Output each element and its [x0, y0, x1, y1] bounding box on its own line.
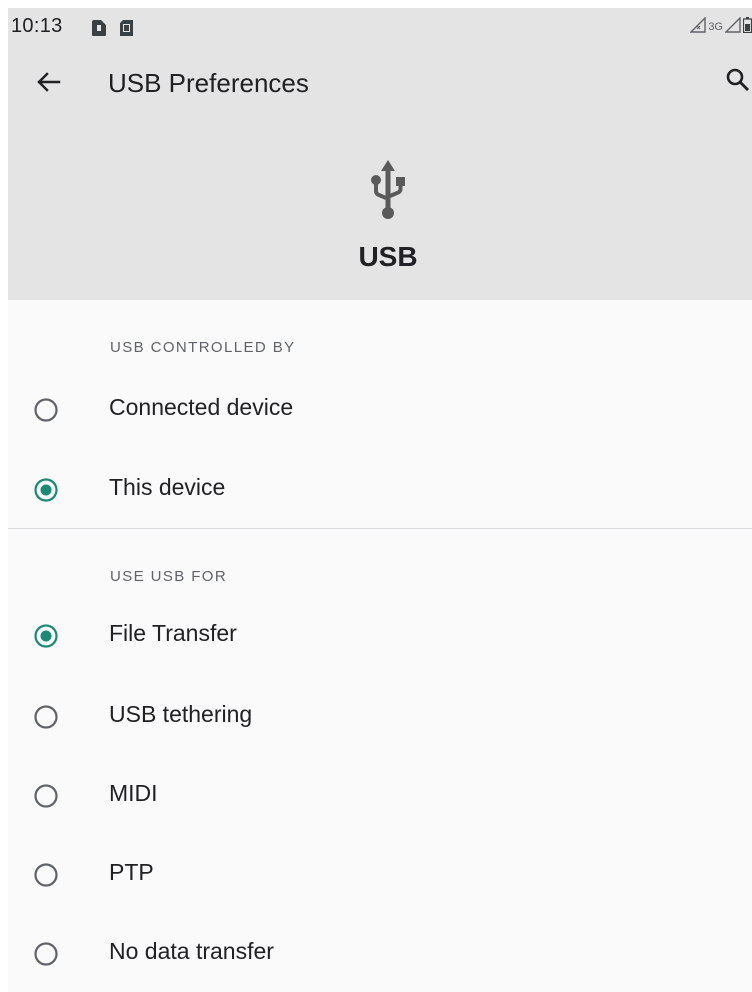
option-midi[interactable]: MIDI: [8, 760, 752, 832]
battery-icon: [742, 16, 752, 38]
sd-card-icon: [120, 20, 133, 41]
section-divider: [8, 528, 752, 529]
radio-unselected-icon[interactable]: [34, 705, 58, 729]
arrow-back-icon: [32, 72, 64, 102]
app-bar: USB Preferences: [8, 52, 752, 112]
radio-unselected-icon[interactable]: [34, 784, 58, 808]
page-title: USB Preferences: [108, 68, 309, 98]
network-type-label: 3G: [708, 21, 723, 33]
usb-preferences-screen: 10:13 3G USB Preferences USB USB CONTROL…: [8, 8, 752, 992]
option-label: This device: [109, 474, 226, 500]
radio-unselected-icon[interactable]: [34, 942, 58, 966]
option-this-device[interactable]: This device: [8, 454, 752, 526]
option-label: MIDI: [109, 780, 158, 806]
signal-strength-icon: [724, 15, 741, 38]
option-label: USB tethering: [109, 701, 253, 727]
option-usb-tethering[interactable]: USB tethering: [8, 681, 752, 753]
option-label: No data transfer: [109, 938, 274, 964]
option-label: File Transfer: [109, 620, 237, 646]
radio-unselected-icon[interactable]: [34, 398, 58, 422]
signal-icon: [689, 15, 707, 38]
option-ptp[interactable]: PTP: [8, 839, 752, 911]
section-header-use-usb-for: USE USB FOR: [110, 568, 228, 585]
status-bar: 10:13 3G: [8, 8, 752, 48]
option-label: Connected device: [109, 394, 294, 420]
status-right-icons: 3G: [689, 15, 752, 38]
sim-card-icon: [92, 20, 106, 41]
usb-header-title: USB: [358, 241, 418, 272]
option-no-data-transfer[interactable]: No data transfer: [8, 918, 752, 990]
section-header-controlled-by: USB CONTROLLED BY: [110, 339, 296, 356]
search-icon: [724, 68, 752, 98]
option-file-transfer[interactable]: File Transfer: [8, 600, 752, 672]
radio-selected-icon[interactable]: [34, 624, 58, 648]
header-area: 10:13 3G USB Preferences USB: [8, 8, 752, 300]
radio-selected-icon[interactable]: [34, 478, 58, 502]
option-connected-device[interactable]: Connected device: [8, 374, 752, 446]
status-time: 10:13: [11, 15, 63, 37]
option-label: PTP: [109, 859, 154, 885]
search-button[interactable]: [724, 66, 752, 94]
back-button[interactable]: [32, 66, 64, 98]
usb-icon: [366, 158, 410, 224]
radio-unselected-icon[interactable]: [34, 863, 58, 887]
